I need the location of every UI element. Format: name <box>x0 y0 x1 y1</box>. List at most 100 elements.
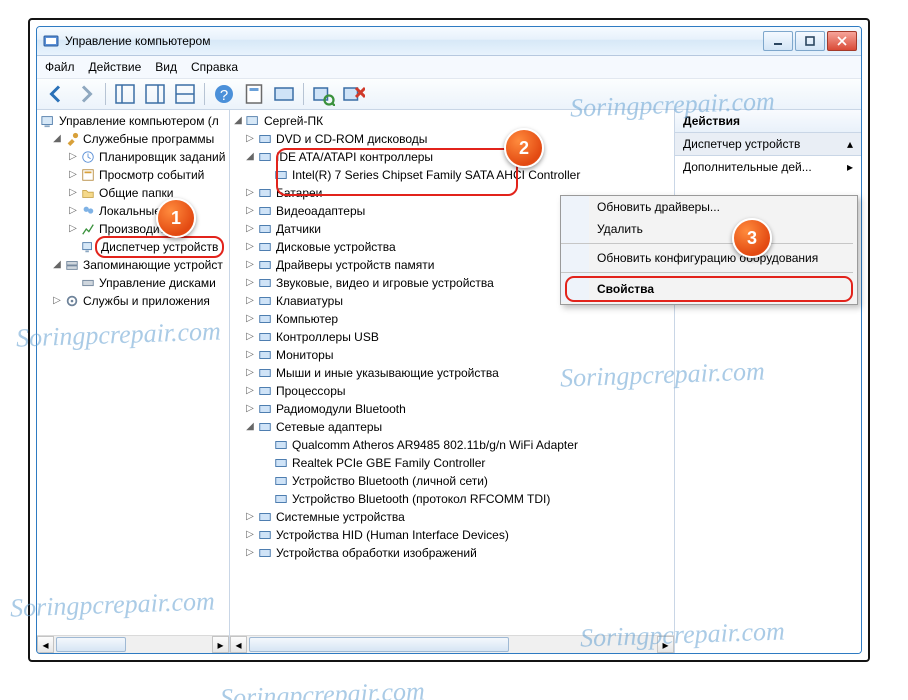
device-category[interactable]: ▷Мониторы <box>230 346 674 364</box>
tree-group-utilities[interactable]: ◢ Служебные программы <box>37 130 229 148</box>
device-category[interactable]: ▷Устройства HID (Human Interface Devices… <box>230 526 674 544</box>
scroll-thumb[interactable] <box>56 637 126 652</box>
device-category[interactable]: ▷Мыши и иные указывающие устройства <box>230 364 674 382</box>
expand-icon[interactable]: ▷ <box>244 508 256 526</box>
maximize-button[interactable] <box>795 31 825 51</box>
expand-icon[interactable]: ▷ <box>244 202 256 220</box>
expand-icon[interactable]: ▷ <box>244 220 256 238</box>
tb-device-icon[interactable] <box>271 81 297 107</box>
device-category[interactable]: ▷Контроллеры USB <box>230 328 674 346</box>
expand-icon[interactable]: ▷ <box>244 184 256 202</box>
tree-group-services[interactable]: ▷ Службы и приложения <box>37 292 229 310</box>
titlebar[interactable]: Управление компьютером <box>37 27 861 56</box>
expand-icon[interactable]: ▷ <box>244 256 256 274</box>
device-item[interactable]: ▷Устройство Bluetooth (личной сети) <box>230 472 674 490</box>
device-category[interactable]: ▷Компьютер <box>230 310 674 328</box>
device-category[interactable]: ▷Радиомодули Bluetooth <box>230 400 674 418</box>
tree-group-storage[interactable]: ◢ Запоминающие устройст <box>37 256 229 274</box>
left-scrollbar[interactable]: ◂ ▸ <box>37 635 229 653</box>
scroll-left-icon[interactable]: ◂ <box>230 636 247 653</box>
device-tree[interactable]: ◢ Сергей-ПК ▷DVD и CD-ROM дисководы◢IDE … <box>230 110 674 635</box>
expand-icon[interactable]: ▷ <box>51 292 63 310</box>
collapse-icon[interactable]: ◢ <box>232 112 244 130</box>
device-category[interactable]: ▷Процессоры <box>230 382 674 400</box>
device-category-label: Датчики <box>276 220 321 238</box>
tb-remove-icon[interactable] <box>340 81 366 107</box>
tree-item-sharedfolders[interactable]: ▷Общие папки <box>37 184 229 202</box>
device-item[interactable]: ▷Устройство Bluetooth (протокол RFCOMM T… <box>230 490 674 508</box>
middle-scrollbar[interactable]: ◂ ▸ <box>230 635 674 653</box>
device-category[interactable]: ▷ Устройства обработки изображений <box>230 544 674 562</box>
tb-panel2-icon[interactable] <box>142 81 168 107</box>
tree-label: Просмотр событий <box>99 166 204 184</box>
device-category[interactable]: ▷Системные устройства <box>230 508 674 526</box>
device-category[interactable]: ▷DVD и CD-ROM дисководы <box>230 130 674 148</box>
collapse-icon[interactable]: ◢ <box>244 418 256 436</box>
menu-action[interactable]: Действие <box>89 60 142 74</box>
expand-icon[interactable]: ▷ <box>244 130 256 148</box>
menu-view[interactable]: Вид <box>155 60 177 74</box>
cm-update-drivers[interactable]: Обновить драйверы... <box>589 196 857 218</box>
collapse-icon[interactable]: ◢ <box>51 256 63 274</box>
expand-icon[interactable]: ▷ <box>67 220 79 238</box>
scroll-thumb[interactable] <box>249 637 509 652</box>
expand-icon[interactable]: ▷ <box>244 382 256 400</box>
cm-delete[interactable]: Удалить <box>589 218 857 240</box>
expand-icon[interactable]: ▷ <box>244 310 256 328</box>
tb-forward-icon[interactable] <box>73 81 99 107</box>
scroll-track[interactable] <box>247 636 657 653</box>
menu-help[interactable]: Справка <box>191 60 238 74</box>
device-category-label: Устройства обработки изображений <box>276 544 477 562</box>
scroll-track[interactable] <box>54 636 212 653</box>
tree-item-localusers[interactable]: ▷Локальные п <box>37 202 229 220</box>
expand-icon[interactable]: ▷ <box>244 544 256 562</box>
device-root[interactable]: ◢ Сергей-ПК <box>230 112 674 130</box>
tb-props-icon[interactable] <box>241 81 267 107</box>
collapse-icon[interactable]: ◢ <box>51 130 63 148</box>
expand-icon[interactable]: ▷ <box>244 274 256 292</box>
device-category[interactable]: ◢Сетевые адаптеры <box>230 418 674 436</box>
device-item[interactable]: ▷Realtek PCIe GBE Family Controller <box>230 454 674 472</box>
expand-icon[interactable]: ▷ <box>244 526 256 544</box>
device-category[interactable]: ◢IDE ATA/ATAPI контроллеры <box>230 148 674 166</box>
screenshot-border: Управление компьютером Файл Действие Вид… <box>28 18 870 662</box>
cm-rescan[interactable]: Обновить конфигурацию оборудования <box>589 247 857 269</box>
device-item[interactable]: ▷Qualcomm Atheros AR9485 802.11b/g/n WiF… <box>230 436 674 454</box>
actions-more[interactable]: Дополнительные дей... ▸ <box>675 156 861 178</box>
tree-item-device-manager[interactable]: ▷Диспетчер устройств <box>37 238 229 256</box>
tree-item-eventviewer[interactable]: ▷ Просмотр событий <box>37 166 229 184</box>
scroll-right-icon[interactable]: ▸ <box>212 636 229 653</box>
tree-root-label: Управление компьютером (л <box>59 112 219 130</box>
device-item[interactable]: ▷Intel(R) 7 Series Chipset Family SATA A… <box>230 166 674 184</box>
cm-properties[interactable]: Свойства <box>565 276 853 302</box>
tb-scan-icon[interactable] <box>310 81 336 107</box>
expand-icon[interactable]: ▷ <box>244 364 256 382</box>
tree-item-diskmgmt[interactable]: ▷Управление дисками <box>37 274 229 292</box>
tb-help-icon[interactable]: ? <box>211 81 237 107</box>
collapse-icon[interactable]: ◢ <box>244 148 256 166</box>
tb-panel3-icon[interactable] <box>172 81 198 107</box>
content-area: Управление компьютером (л ◢ Служебные пр… <box>37 110 861 653</box>
actions-subheader[interactable]: Диспетчер устройств ▴ <box>675 133 861 156</box>
collapse-icon[interactable]: ▴ <box>847 137 853 151</box>
console-tree[interactable]: Управление компьютером (л ◢ Служебные пр… <box>37 110 229 635</box>
tb-back-icon[interactable] <box>43 81 69 107</box>
scroll-right-icon[interactable]: ▸ <box>657 636 674 653</box>
close-button[interactable] <box>827 31 857 51</box>
expand-icon[interactable]: ▷ <box>67 184 79 202</box>
scroll-left-icon[interactable]: ◂ <box>37 636 54 653</box>
expand-icon[interactable]: ▷ <box>244 400 256 418</box>
expand-icon[interactable]: ▷ <box>244 292 256 310</box>
minimize-button[interactable] <box>763 31 793 51</box>
expand-icon[interactable]: ▷ <box>244 238 256 256</box>
menu-file[interactable]: Файл <box>45 60 75 74</box>
tb-panel1-icon[interactable] <box>112 81 138 107</box>
expand-icon[interactable]: ▷ <box>67 166 79 184</box>
expand-icon[interactable]: ▷ <box>67 148 79 166</box>
expand-icon[interactable]: ▷ <box>67 202 79 220</box>
menubar: Файл Действие Вид Справка <box>37 56 861 79</box>
expand-icon[interactable]: ▷ <box>244 328 256 346</box>
expand-icon[interactable]: ▷ <box>244 346 256 364</box>
tree-item-scheduler[interactable]: ▷Планировщик заданий <box>37 148 229 166</box>
tree-root[interactable]: Управление компьютером (л <box>37 112 229 130</box>
